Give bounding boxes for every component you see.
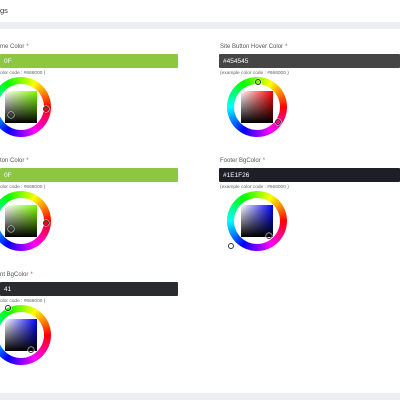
theme-color-shade-handle[interactable] <box>8 112 14 118</box>
button-color-label: ton Color * <box>0 158 29 164</box>
footer-bgcolor-shade-handle[interactable] <box>266 233 272 239</box>
header-divider <box>0 22 400 29</box>
button-hover-color-shade-handle[interactable] <box>275 119 281 125</box>
text-bgcolor-shade-square[interactable] <box>5 319 37 351</box>
page-footer-strip <box>0 393 400 400</box>
button-hover-color-hint: (example color code : #666000 ) <box>220 71 289 76</box>
button-color-hue-handle[interactable] <box>43 220 49 226</box>
page-header: gs <box>0 0 400 22</box>
footer-bgcolor-input[interactable] <box>219 168 400 182</box>
theme-color-input[interactable] <box>0 54 178 68</box>
theme-color-hint: olor code : #666000 ) <box>0 71 46 76</box>
button-hover-color-hue-handle[interactable] <box>255 79 261 85</box>
theme-color-hue-handle[interactable] <box>43 106 49 112</box>
button-color-input[interactable] <box>0 168 178 182</box>
text-bgcolor-shade-handle[interactable] <box>28 347 34 353</box>
text-bgcolor-input[interactable] <box>0 282 178 296</box>
page-title: gs <box>0 6 8 15</box>
button-color-hint: olor code : #666000 ) <box>0 185 46 190</box>
text-bgcolor-hue-handle[interactable] <box>5 305 11 311</box>
theme-color-label: me Color * <box>0 44 29 50</box>
button-hover-color-shade-square[interactable] <box>241 91 273 123</box>
footer-bgcolor-hint: (example color code : #666000 ) <box>220 185 289 190</box>
button-color-shade-square[interactable] <box>5 205 37 237</box>
button-color-shade-handle[interactable] <box>8 226 14 232</box>
footer-bgcolor-hue-handle[interactable] <box>228 243 234 249</box>
text-bgcolor-hint: olor code : #666000 ) <box>0 299 46 304</box>
text-bgcolor-label: nt BgColor * <box>0 272 33 278</box>
footer-bgcolor-label: Footer BgColor * <box>220 158 266 164</box>
button-hover-color-input[interactable] <box>219 54 400 68</box>
theme-color-shade-square[interactable] <box>5 91 37 123</box>
button-hover-color-label: Site Button Hover Color * <box>220 44 288 50</box>
